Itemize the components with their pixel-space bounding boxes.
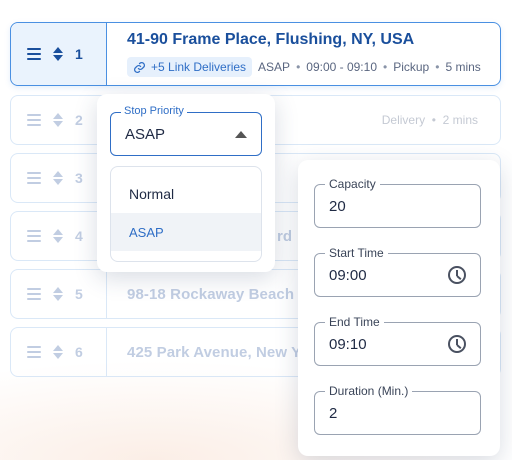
- sort-icon[interactable]: [53, 113, 63, 127]
- duration-field[interactable]: Duration (Min.) 2: [314, 384, 481, 435]
- stop-content: 41-90 Frame Place, Flushing, NY, USA +5 …: [107, 23, 481, 85]
- clock-icon[interactable]: [448, 266, 466, 284]
- duration-label: Duration (Min.): [325, 384, 413, 398]
- sort-icon[interactable]: [53, 287, 63, 301]
- stop-number: 6: [75, 344, 83, 360]
- stop-priority-label: Stop Priority: [121, 105, 187, 117]
- stop-meta: +5 Link Deliveries ASAP • 09:00 - 09:10 …: [127, 57, 481, 77]
- stop-duration: 2 mins: [442, 113, 478, 127]
- capacity-field[interactable]: Capacity 20: [314, 177, 481, 228]
- drag-icon[interactable]: [27, 346, 41, 358]
- separator-dot: •: [383, 60, 388, 74]
- separator-dot: •: [435, 60, 440, 74]
- capacity-label: Capacity: [325, 177, 380, 191]
- stop-duration: 5 mins: [445, 60, 481, 74]
- start-time-label: Start Time: [325, 246, 388, 260]
- end-time-label: End Time: [325, 315, 384, 329]
- stop-number: 3: [75, 170, 83, 186]
- stop-drag-handle[interactable]: 2: [11, 96, 107, 144]
- stop-meta: Delivery • 2 mins: [382, 113, 478, 127]
- stop-row-1[interactable]: 1 41-90 Frame Place, Flushing, NY, USA +…: [10, 22, 501, 86]
- stop-number: 4: [75, 228, 83, 244]
- stop-priority-popup: Stop Priority ASAP Normal ASAP: [97, 94, 275, 272]
- stop-drag-handle[interactable]: 4: [11, 212, 107, 260]
- duration-value: 2: [329, 405, 338, 422]
- sort-icon[interactable]: [53, 171, 63, 185]
- stop-details-panel: Capacity 20 Start Time 09:00 End Time 09…: [298, 160, 500, 456]
- stop-drag-handle[interactable]: 6: [11, 328, 107, 376]
- clock-icon[interactable]: [448, 335, 466, 353]
- stop-address: 41-90 Frame Place, Flushing, NY, USA: [127, 31, 415, 48]
- link-deliveries-label: +5 Link Deliveries: [151, 60, 247, 74]
- stop-drag-handle[interactable]: 3: [11, 154, 107, 202]
- stop-priority-value: ASAP: [125, 126, 166, 143]
- end-time-field[interactable]: End Time 09:10: [314, 315, 481, 366]
- stop-number: 1: [75, 46, 83, 62]
- drag-icon[interactable]: [27, 230, 41, 242]
- stop-priority: ASAP: [258, 60, 291, 74]
- stop-priority-options: Normal ASAP: [110, 166, 262, 262]
- stop-type: Pickup: [393, 60, 430, 74]
- stop-time-window: 09:00 - 09:10: [306, 60, 377, 74]
- stop-number: 2: [75, 112, 83, 128]
- link-icon: [134, 61, 145, 73]
- stop-priority-select[interactable]: Stop Priority ASAP: [110, 105, 262, 156]
- drag-icon[interactable]: [27, 48, 41, 60]
- drag-icon[interactable]: [27, 288, 41, 300]
- start-time-value: 09:00: [329, 267, 367, 284]
- link-deliveries-chip[interactable]: +5 Link Deliveries: [127, 57, 253, 77]
- separator-dot: •: [428, 113, 440, 127]
- priority-option-normal[interactable]: Normal: [111, 175, 261, 213]
- caret-up-icon[interactable]: [235, 131, 247, 138]
- start-time-field[interactable]: Start Time 09:00: [314, 246, 481, 297]
- separator-dot: •: [296, 60, 301, 74]
- stop-address: 425 Park Avenue, New Y: [127, 343, 302, 361]
- drag-icon[interactable]: [27, 114, 41, 126]
- sort-icon[interactable]: [53, 47, 63, 61]
- drag-icon[interactable]: [27, 172, 41, 184]
- stop-drag-handle[interactable]: 1: [11, 23, 107, 85]
- stop-address: 98-18 Rockaway Beach: [127, 285, 295, 303]
- sort-icon[interactable]: [53, 345, 63, 359]
- priority-option-asap[interactable]: ASAP: [111, 213, 261, 251]
- capacity-value: 20: [329, 198, 346, 215]
- stop-type: Delivery: [381, 113, 426, 127]
- end-time-value: 09:10: [329, 336, 367, 353]
- sort-icon[interactable]: [53, 229, 63, 243]
- stop-drag-handle[interactable]: 5: [11, 270, 107, 318]
- stop-number: 5: [75, 286, 83, 302]
